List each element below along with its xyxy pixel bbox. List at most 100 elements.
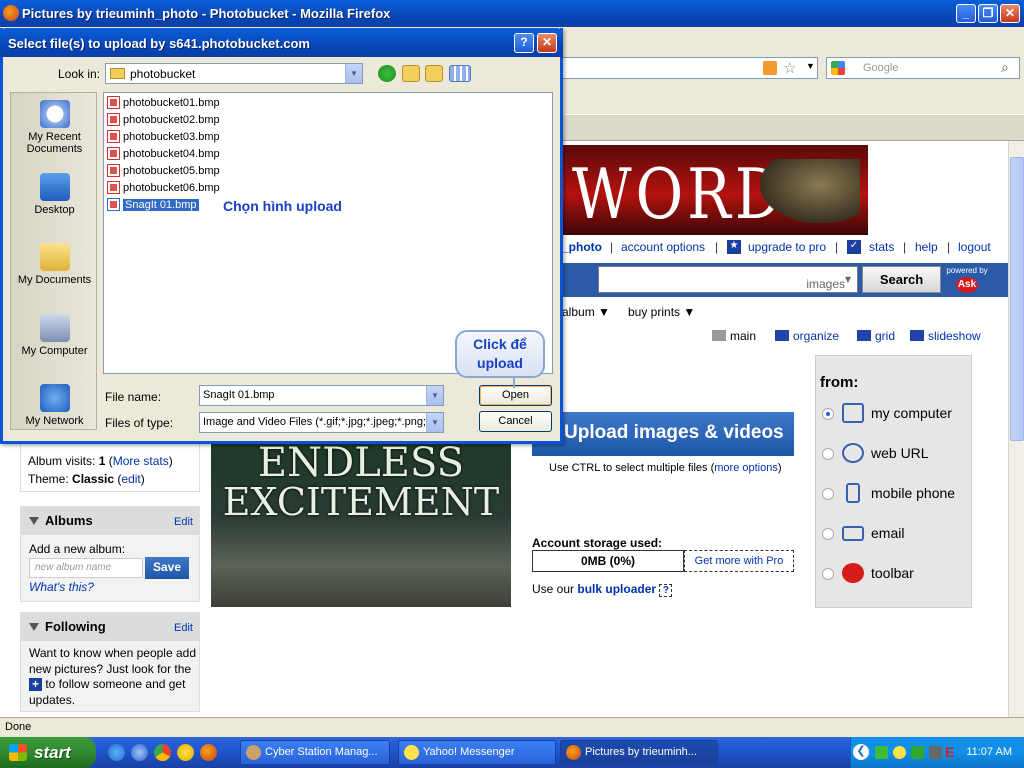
e-tray-icon[interactable]: E [945, 744, 958, 760]
minimize-button[interactable]: _ [956, 4, 976, 23]
view-organize[interactable]: organize [775, 329, 839, 343]
chevron-down-icon[interactable]: ▼ [426, 413, 443, 432]
look-in-select[interactable]: photobucket ▼ [105, 63, 363, 84]
save-album-button[interactable]: Save [145, 557, 189, 579]
file-item-selected[interactable]: SnagIt 01.bmp [107, 198, 199, 214]
dialog-titlebar: Select file(s) to upload by s641.photobu… [0, 28, 563, 57]
tray-expand-icon[interactable]: ❮ [853, 744, 869, 760]
file-type-select[interactable]: Image and Video Files (*.gif;*.jpg;*.jpe… [199, 412, 444, 433]
radio-web-url[interactable] [822, 448, 834, 460]
upload-source-panel: from: my computer web URL mobile phone e… [815, 355, 972, 608]
firefox-quicklaunch-icon[interactable] [200, 744, 217, 761]
firefox-icon [566, 745, 581, 760]
upload-button[interactable]: Upload images & videos [532, 412, 794, 456]
view-grid[interactable]: grid [857, 329, 895, 343]
yahoo-messenger-icon [404, 745, 419, 760]
logout-link[interactable]: logout [958, 240, 991, 254]
search-scope-select[interactable]: images ▾ [806, 272, 851, 291]
place-desktop[interactable]: Desktop [11, 173, 98, 216]
file-item[interactable]: photobucket03.bmp [107, 130, 220, 146]
following-edit-link[interactable]: Edit [174, 622, 193, 634]
app-tray-icon[interactable] [929, 746, 942, 759]
get-more-pro-link[interactable]: Get more with Pro [684, 550, 794, 572]
start-button[interactable]: start [0, 737, 96, 768]
task-yahoo-messenger[interactable]: Yahoo! Messenger [398, 740, 556, 765]
stats-link[interactable]: stats [869, 240, 894, 254]
task-firefox[interactable]: Pictures by trieuminh... [560, 740, 718, 765]
close-button[interactable]: ✕ [1000, 4, 1020, 23]
star-icon[interactable]: ☆ [783, 59, 796, 77]
file-item[interactable]: photobucket04.bmp [107, 147, 220, 163]
new-folder-icon[interactable] [425, 65, 443, 82]
new-album-input[interactable]: new album name [29, 558, 143, 578]
view-menu-icon[interactable] [449, 65, 471, 82]
file-item[interactable]: photobucket06.bmp [107, 181, 220, 197]
chevron-down-icon[interactable]: ▼ [426, 386, 443, 405]
file-item[interactable]: photobucket01.bmp [107, 96, 220, 112]
vertical-scrollbar[interactable] [1008, 141, 1024, 717]
maximize-button[interactable]: ❐ [978, 4, 998, 23]
help-link[interactable]: help [915, 240, 938, 254]
browser-quicklaunch-icon[interactable] [131, 744, 148, 761]
up-folder-icon[interactable] [402, 65, 420, 82]
ie-icon[interactable] [108, 744, 125, 761]
dialog-help-button[interactable]: ? [514, 33, 534, 53]
folder-icon [110, 68, 125, 79]
place-my-computer[interactable]: My Computer [11, 314, 98, 357]
view-main[interactable]: main [712, 329, 756, 343]
yahoo-tray-icon[interactable] [893, 746, 906, 759]
chevron-down-icon[interactable]: ▼ [806, 61, 815, 71]
from-title: from: [820, 374, 859, 391]
file-name-input[interactable]: SnagIt 01.bmp ▼ [199, 385, 444, 406]
url-bar[interactable]: ☆ ▼ [560, 57, 818, 79]
computer-icon [842, 403, 864, 423]
bulk-uploader-link[interactable]: bulk uploader [577, 582, 656, 596]
place-recent-documents[interactable]: My Recent Documents [11, 100, 98, 155]
cancel-button[interactable]: Cancel [479, 411, 552, 432]
play-icon[interactable] [911, 746, 924, 759]
rss-icon[interactable] [763, 61, 777, 75]
my-computer-icon [39, 314, 70, 342]
buy-prints-menu-item[interactable]: buy prints ▼ [628, 305, 695, 319]
radio-my-computer[interactable] [822, 408, 834, 420]
collapse-icon[interactable] [29, 517, 39, 525]
collapse-icon[interactable] [29, 623, 39, 631]
view-slideshow[interactable]: slideshow [910, 329, 981, 343]
radio-mobile-phone[interactable] [822, 488, 834, 500]
image-search-input[interactable]: images ▾ [598, 266, 858, 293]
account-options-link[interactable]: account options [621, 240, 705, 254]
slideshow-icon [910, 330, 924, 341]
tab-strip [560, 114, 1024, 140]
upgrade-to-pro-link[interactable]: upgrade to pro [748, 240, 826, 254]
magnifier-icon[interactable]: ⌕ [1001, 59, 1009, 76]
chrome-icon[interactable] [154, 744, 171, 761]
file-item[interactable]: photobucket02.bmp [107, 113, 220, 129]
site-search-button[interactable]: Search [862, 266, 941, 293]
movie-ad[interactable]: ENDLESS EXCITEMENT [211, 440, 511, 607]
albums-edit-link[interactable]: Edit [174, 516, 193, 528]
account-links: _photo | account options | ★ upgrade to … [562, 240, 991, 254]
dialog-close-button[interactable]: ✕ [537, 33, 557, 53]
radio-toolbar[interactable] [822, 568, 834, 580]
username-link[interactable]: _photo [562, 240, 602, 254]
open-button[interactable]: Open [479, 385, 552, 406]
storage-label: Account storage used: [532, 536, 663, 550]
chevron-down-icon[interactable]: ▼ [345, 64, 362, 83]
yahoo-messenger-icon[interactable] [177, 744, 194, 761]
task-cyber-station[interactable]: Cyber Station Manag... [240, 740, 390, 765]
whats-this-link[interactable]: What's this? [29, 580, 94, 594]
pro-star-icon: ★ [727, 240, 741, 254]
more-options-link[interactable]: more options [714, 462, 778, 474]
scrollbar-thumb[interactable] [1010, 157, 1024, 441]
back-icon[interactable] [378, 65, 396, 82]
network-icon[interactable] [875, 746, 888, 759]
album-menu-item[interactable]: album ▼ [562, 305, 610, 319]
bulk-help-icon[interactable]: ? [659, 584, 673, 597]
place-my-network[interactable]: My Network [11, 384, 98, 427]
place-my-documents[interactable]: My Documents [11, 243, 98, 286]
stats-icon: ✓ [847, 240, 861, 254]
file-item[interactable]: photobucket05.bmp [107, 164, 220, 180]
bmp-file-icon [107, 198, 120, 211]
search-input[interactable]: Google ⌕ [826, 57, 1020, 79]
radio-email[interactable] [822, 528, 834, 540]
